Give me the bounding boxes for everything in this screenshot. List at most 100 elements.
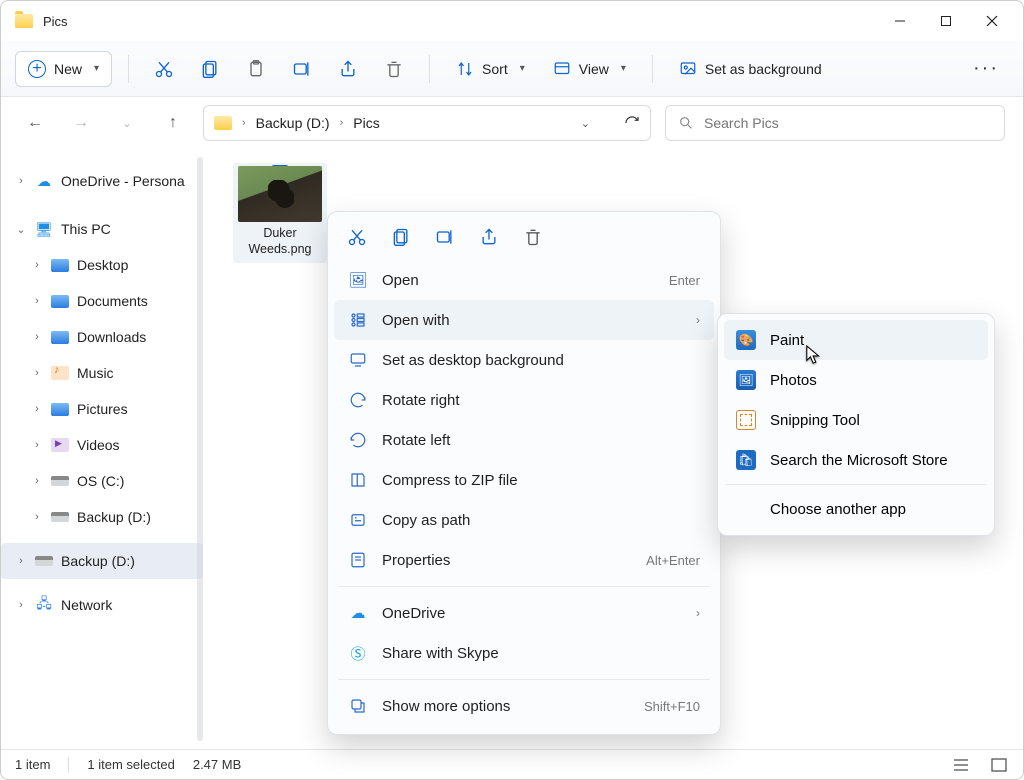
- delete-button[interactable]: [375, 51, 413, 87]
- thumbnail-view-button[interactable]: [989, 757, 1009, 773]
- breadcrumb-part[interactable]: Backup (D:): [256, 115, 330, 131]
- chevron-right-icon: ›: [696, 606, 700, 620]
- forward-button[interactable]: →: [65, 107, 97, 139]
- sidebar-item-backup-d-root[interactable]: ›Backup (D:): [1, 543, 203, 579]
- ctx-open-with[interactable]: Open with›: [334, 300, 714, 340]
- address-bar[interactable]: › Backup (D:) › Pics ⌄: [203, 105, 651, 141]
- details-view-button[interactable]: [951, 757, 971, 773]
- share-button[interactable]: [329, 51, 367, 87]
- sort-icon: [456, 60, 474, 78]
- search-input[interactable]: [704, 115, 992, 131]
- submenu-photos[interactable]: 🖼Photos: [724, 360, 988, 400]
- more-icon: [348, 697, 368, 715]
- share-icon[interactable]: [476, 224, 502, 250]
- plus-icon: +: [28, 60, 46, 78]
- sort-button[interactable]: Sort ▾: [446, 51, 535, 87]
- back-button[interactable]: ←: [19, 107, 51, 139]
- sidebar-item-downloads[interactable]: ›Downloads: [1, 319, 203, 355]
- video-icon: [51, 438, 69, 452]
- cloud-icon: ☁: [35, 172, 53, 190]
- sidebar-item-network[interactable]: ›🖧Network: [1, 587, 203, 623]
- chevron-down-icon: ▾: [94, 63, 99, 74]
- search-icon: [678, 115, 694, 131]
- status-count: 1 item: [15, 757, 50, 772]
- chevron-right-icon: ›: [242, 117, 246, 129]
- set-bg-label: Set as background: [705, 61, 822, 77]
- sidebar-item-os-c[interactable]: ›OS (C:): [1, 463, 203, 499]
- sidebar-item-music[interactable]: ›Music: [1, 355, 203, 391]
- picture-icon: [679, 60, 697, 78]
- cut-icon[interactable]: [344, 224, 370, 250]
- sidebar-label: Downloads: [77, 329, 146, 345]
- command-bar: + New ▾ Sort ▾ View ▾ Set as background …: [1, 41, 1023, 97]
- copy-icon[interactable]: [388, 224, 414, 250]
- sidebar-label: OS (C:): [77, 473, 124, 489]
- submenu-store[interactable]: 🛍Search the Microsoft Store: [724, 440, 988, 480]
- ctx-onedrive[interactable]: ☁OneDrive›: [334, 593, 714, 633]
- sidebar-item-thispc[interactable]: ⌄🖥This PC: [1, 211, 203, 247]
- recent-dropdown[interactable]: ⌄: [111, 107, 143, 139]
- new-label: New: [54, 61, 82, 77]
- snip-icon: [736, 410, 756, 430]
- refresh-button[interactable]: [624, 115, 640, 131]
- ctx-copy-path[interactable]: Copy as path: [334, 500, 714, 540]
- close-button[interactable]: [969, 5, 1015, 37]
- cut-button[interactable]: [145, 51, 183, 87]
- more-button[interactable]: ···: [963, 57, 1009, 80]
- nav-row: ← → ⌄ ↑ › Backup (D:) › Pics ⌄: [1, 97, 1023, 149]
- view-label: View: [579, 61, 609, 77]
- chevron-down-icon: ▾: [621, 63, 626, 74]
- view-icon: [553, 60, 571, 78]
- submenu-choose-app[interactable]: Choose another app: [724, 489, 988, 529]
- ctx-more-options[interactable]: Show more optionsShift+F10: [334, 686, 714, 726]
- minimize-button[interactable]: [877, 5, 923, 37]
- new-button[interactable]: + New ▾: [15, 51, 112, 87]
- set-background-button[interactable]: Set as background: [669, 51, 832, 87]
- rename-button[interactable]: [283, 51, 321, 87]
- sidebar-label: This PC: [61, 221, 111, 237]
- copy-button[interactable]: [191, 51, 229, 87]
- context-quick-row: [334, 220, 714, 260]
- music-icon: [51, 366, 69, 380]
- drive-icon: [51, 512, 69, 522]
- properties-icon: [348, 551, 368, 569]
- zip-icon: [348, 471, 368, 489]
- explorer-window: Pics + New ▾ Sort ▾ View ▾: [0, 0, 1024, 780]
- folder-icon: [51, 403, 69, 416]
- ctx-skype[interactable]: ⓈShare with Skype: [334, 633, 714, 673]
- rename-icon[interactable]: [432, 224, 458, 250]
- sidebar-item-videos[interactable]: ›Videos: [1, 427, 203, 463]
- chevron-right-icon: ›: [340, 117, 344, 129]
- sidebar-item-pictures[interactable]: ›Pictures: [1, 391, 203, 427]
- ctx-properties[interactable]: PropertiesAlt+Enter: [334, 540, 714, 580]
- delete-icon[interactable]: [520, 224, 546, 250]
- paste-button[interactable]: [237, 51, 275, 87]
- sidebar-item-desktop[interactable]: ›Desktop: [1, 247, 203, 283]
- status-bar: 1 item 1 item selected 2.47 MB: [1, 749, 1023, 779]
- network-icon: 🖧: [35, 596, 53, 614]
- ctx-set-bg[interactable]: Set as desktop background: [334, 340, 714, 380]
- picture-icon: 🖼: [348, 271, 368, 289]
- window-title: Pics: [43, 14, 68, 29]
- view-button[interactable]: View ▾: [543, 51, 636, 87]
- breadcrumb-part[interactable]: Pics: [353, 115, 379, 131]
- search-box[interactable]: [665, 105, 1005, 141]
- ctx-zip[interactable]: Compress to ZIP file: [334, 460, 714, 500]
- submenu-snipping[interactable]: Snipping Tool: [724, 400, 988, 440]
- divider: [338, 679, 710, 680]
- ctx-open[interactable]: 🖼OpenEnter: [334, 260, 714, 300]
- status-size: 2.47 MB: [193, 757, 241, 772]
- up-button[interactable]: ↑: [157, 107, 189, 139]
- submenu-paint[interactable]: 🎨Paint: [724, 320, 988, 360]
- title-bar: Pics: [1, 1, 1023, 41]
- file-item[interactable]: ✓ Duker Weeds.png: [233, 163, 327, 263]
- sidebar-item-backup-d[interactable]: ›Backup (D:): [1, 499, 203, 535]
- submenu-label: Choose another app: [770, 501, 906, 518]
- submenu-label: Photos: [770, 372, 817, 389]
- sidebar-item-onedrive[interactable]: ›☁OneDrive - Persona: [1, 163, 203, 199]
- chevron-down-icon[interactable]: ⌄: [581, 117, 590, 130]
- ctx-rotate-left[interactable]: Rotate left: [334, 420, 714, 460]
- maximize-button[interactable]: [923, 5, 969, 37]
- sidebar-item-documents[interactable]: ›Documents: [1, 283, 203, 319]
- ctx-rotate-right[interactable]: Rotate right: [334, 380, 714, 420]
